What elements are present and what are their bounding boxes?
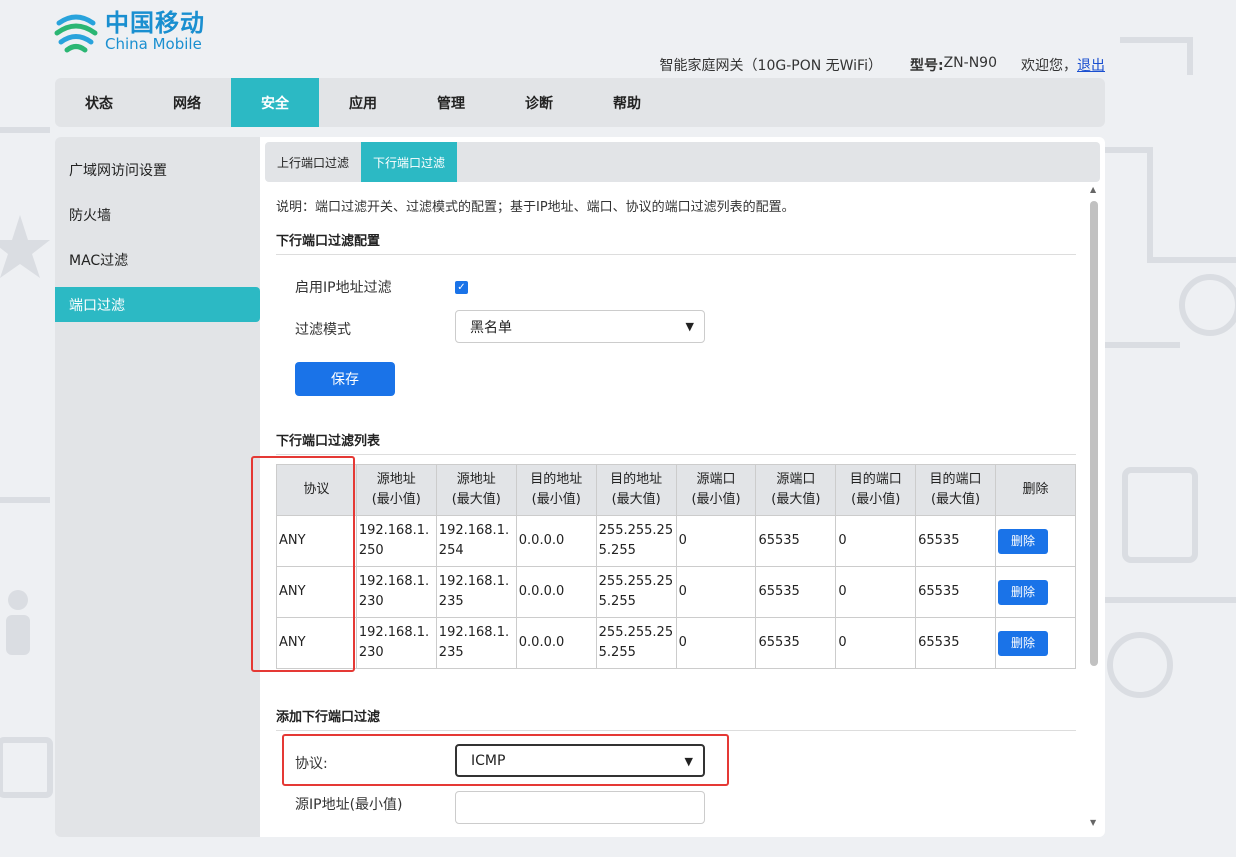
china-mobile-logo: 中国移动 China Mobile xyxy=(53,9,205,53)
header-sport-max: 源端口 (最大值) xyxy=(755,464,837,516)
cell-delete: 删除 xyxy=(994,566,1076,618)
tab-downstream-port-filter[interactable]: 下行端口过滤 xyxy=(361,142,458,182)
delete-button[interactable]: 删除 xyxy=(997,579,1048,605)
nav-application[interactable]: 应用 xyxy=(319,78,407,127)
add-protocol-value: ICMP xyxy=(471,752,506,769)
logo-en-text: China Mobile xyxy=(105,34,202,53)
filter-mode-label: 过滤模式 xyxy=(295,322,351,338)
top-info-bar: 智能家庭网关（10G-PON 无WiFi） 型号: ZN-N90 欢迎您， 退出 xyxy=(660,55,1105,75)
list-section-title: 下行端口过滤列表 xyxy=(276,430,1076,455)
nav-network[interactable]: 网络 xyxy=(143,78,231,127)
enable-ip-filter-checkbox[interactable]: ✓ xyxy=(455,281,468,294)
cell-sport-max: 65535 xyxy=(755,515,837,567)
add-src-min-input[interactable] xyxy=(455,791,705,824)
sidebar-item-mac-filter[interactable]: MAC过滤 xyxy=(55,242,260,277)
welcome-text: 欢迎您， xyxy=(1021,58,1077,74)
sidebar: 广域网访问设置 防火墙 MAC过滤 端口过滤 xyxy=(55,137,261,837)
cell-sport-max: 65535 xyxy=(755,617,837,669)
cell-protocol: ANY xyxy=(276,617,357,669)
vertical-scrollbar[interactable]: ▲ ▼ xyxy=(1089,185,1099,827)
cell-src-max: 192.168.1. 254 xyxy=(435,515,517,567)
china-mobile-logo-icon xyxy=(54,14,98,53)
logout-link[interactable]: 退出 xyxy=(1077,55,1105,75)
header-protocol: 协议 xyxy=(276,464,357,516)
product-name: 智能家庭网关（10G-PON 无WiFi） xyxy=(659,58,882,74)
cell-sport-max: 65535 xyxy=(755,566,837,618)
cell-dst-max: 255.255.25 5.255 xyxy=(595,617,677,669)
cell-dport-max: 65535 xyxy=(915,617,996,669)
add-protocol-label: 协议: xyxy=(295,756,328,772)
add-section-title: 添加下行端口过滤 xyxy=(276,706,1076,731)
cell-src-max: 192.168.1. 235 xyxy=(435,617,517,669)
config-section-title: 下行端口过滤配置 xyxy=(276,230,1076,255)
main-panel: 上行端口过滤 下行端口过滤 说明：端口过滤开关、过滤模式的配置；基于IP地址、端… xyxy=(260,137,1105,837)
delete-button[interactable]: 删除 xyxy=(997,528,1048,554)
cell-dst-max: 255.255.25 5.255 xyxy=(595,515,677,567)
header-dport-min: 目的端口 (最小值) xyxy=(835,464,917,516)
cell-dport-min: 0 xyxy=(835,515,917,567)
header-sport-min: 源端口 (最小值) xyxy=(675,464,757,516)
table-row: ANY 192.168.1. 250 192.168.1. 254 0.0.0.0 … xyxy=(276,515,1076,567)
cell-dst-min: 0.0.0.0 xyxy=(515,617,597,669)
scroll-up-arrow-icon[interactable]: ▲ xyxy=(1090,185,1096,194)
table-header-row: 协议 源地址 (最小值) 源地址 (最大值) 目的地址 (最小值) 目的地址 (最大值)… xyxy=(276,464,1076,516)
cell-src-min: 192.168.1. 230 xyxy=(355,617,437,669)
table-row: ANY 192.168.1. 230 192.168.1. 235 0.0.0.0 … xyxy=(276,617,1076,669)
add-src-min-label: 源IP地址(最小值) xyxy=(295,797,403,813)
sub-tabs: 上行端口过滤 下行端口过滤 xyxy=(265,142,1100,182)
delete-button[interactable]: 删除 xyxy=(997,630,1048,656)
enable-ip-filter-label: 启用IP地址过滤 xyxy=(295,280,392,296)
cell-delete: 删除 xyxy=(994,515,1076,567)
nav-status[interactable]: 状态 xyxy=(55,78,143,127)
cell-src-max: 192.168.1. 235 xyxy=(435,566,517,618)
cell-dport-max: 65535 xyxy=(915,515,996,567)
port-filter-table: 协议 源地址 (最小值) 源地址 (最大值) 目的地址 (最小值) 目的地址 (最大值)… xyxy=(276,464,1076,669)
cell-dst-min: 0.0.0.0 xyxy=(515,515,597,567)
sidebar-item-port-filter[interactable]: 端口过滤 xyxy=(55,287,260,322)
scroll-thumb[interactable] xyxy=(1090,201,1098,666)
tab-upstream-port-filter[interactable]: 上行端口过滤 xyxy=(265,142,361,182)
sidebar-item-wan-access[interactable]: 广域网访问设置 xyxy=(55,152,260,187)
chevron-down-icon: ▼ xyxy=(684,755,693,768)
filter-mode-select[interactable]: 黑名单 ▼ xyxy=(455,310,705,343)
nav-diagnostics[interactable]: 诊断 xyxy=(495,78,583,127)
logo-cn-text: 中国移动 xyxy=(105,8,205,37)
scroll-down-arrow-icon[interactable]: ▼ xyxy=(1090,818,1096,827)
filter-mode-value: 黑名单 xyxy=(470,319,512,336)
cell-dport-min: 0 xyxy=(835,566,917,618)
cell-dst-min: 0.0.0.0 xyxy=(515,566,597,618)
cell-dport-min: 0 xyxy=(835,617,917,669)
model-value: ZN-N90 xyxy=(943,55,997,71)
main-nav: 状态 网络 安全 应用 管理 诊断 帮助 xyxy=(55,78,1105,127)
add-protocol-select[interactable]: ICMP ▼ xyxy=(455,744,705,777)
nav-management[interactable]: 管理 xyxy=(407,78,495,127)
cell-dport-max: 65535 xyxy=(915,566,996,618)
nav-help[interactable]: 帮助 xyxy=(583,78,671,127)
model-label: 型号: xyxy=(909,58,944,74)
cell-protocol: ANY xyxy=(276,566,357,618)
chevron-down-icon: ▼ xyxy=(685,320,694,333)
cell-protocol: ANY xyxy=(276,515,357,567)
header-dst-min: 目的地址 (最小值) xyxy=(515,464,597,516)
header-dst-max: 目的地址 (最大值) xyxy=(595,464,677,516)
nav-security[interactable]: 安全 xyxy=(231,78,319,127)
cell-sport-min: 0 xyxy=(675,566,757,618)
description-text: 说明：端口过滤开关、过滤模式的配置；基于IP地址、端口、协议的端口过滤列表的配置… xyxy=(276,200,795,215)
cell-src-min: 192.168.1. 230 xyxy=(355,566,437,618)
header-delete: 删除 xyxy=(994,464,1076,516)
cell-src-min: 192.168.1. 250 xyxy=(355,515,437,567)
save-button[interactable]: 保存 xyxy=(295,362,395,396)
cell-sport-min: 0 xyxy=(675,617,757,669)
content-area: 说明：端口过滤开关、过滤模式的配置；基于IP地址、端口、协议的端口过滤列表的配置… xyxy=(276,182,1076,832)
cell-delete: 删除 xyxy=(994,617,1076,669)
header-src-max: 源地址 (最大值) xyxy=(435,464,517,516)
cell-sport-min: 0 xyxy=(675,515,757,567)
header-src-min: 源地址 (最小值) xyxy=(355,464,437,516)
sidebar-item-firewall[interactable]: 防火墙 xyxy=(55,197,260,232)
header-dport-max: 目的端口 (最大值) xyxy=(915,464,996,516)
table-row: ANY 192.168.1. 230 192.168.1. 235 0.0.0.0 … xyxy=(276,566,1076,618)
cell-dst-max: 255.255.25 5.255 xyxy=(595,566,677,618)
